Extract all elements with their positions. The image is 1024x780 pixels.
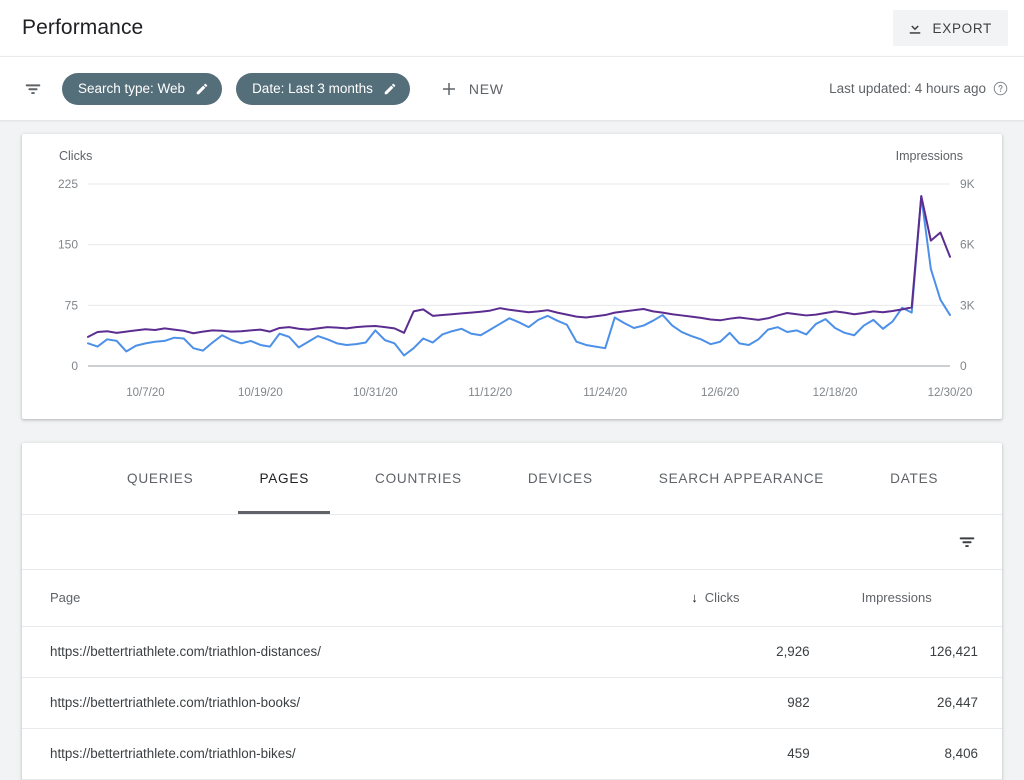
chart-x-tick-label: 12/6/20 (701, 387, 739, 399)
tab-label: SEARCH APPEARANCE (658, 471, 825, 486)
chart-series-impressions (87, 195, 951, 338)
chart-right-tick-label: 6K (960, 238, 975, 252)
chart-left-tick-label: 150 (58, 238, 78, 252)
table-row[interactable]: https://bettertriathlete.com/triathlon-b… (22, 728, 1002, 780)
column-header-clicks-label: Clicks (704, 590, 740, 606)
tab-label: DEVICES (527, 471, 593, 486)
filter-chip-date-label: Date: Last 3 months (252, 81, 373, 96)
chart-left-tick-label: 0 (71, 359, 78, 373)
filter-toolbar: Search type: Web Date: Last 3 months NEW… (0, 56, 1024, 120)
dimension-table-card: QUERIES PAGES COUNTRIES DEVICES SEARCH APPEA… (22, 443, 1002, 780)
last-updated-text: Last updated: 4 hours ago (829, 81, 986, 96)
table-row[interactable]: https://bettertriathlete.com/triathlon-b… (22, 677, 1002, 729)
chart-right-axis-title: Impressions (896, 149, 963, 163)
performance-chart-card: Clicks Impressions 0 0 75 3K 150 6K 225 9K 10/7/20… (22, 134, 1002, 419)
filter-chip-search-type[interactable]: Search type: Web (62, 72, 223, 105)
table-body: https://bettertriathlete.com/triathlon-d… (22, 626, 1002, 780)
pages-table: Page ↓ Clicks Impressions https://bettert… (22, 570, 1002, 780)
pencil-edit-icon (383, 82, 397, 96)
filter-funnel-icon[interactable] (22, 78, 44, 100)
cell-page: https://bettertriathlete.com/triathlon-d… (22, 626, 664, 678)
dimension-tabs: QUERIES PAGES COUNTRIES DEVICES SEARCH APPEA… (22, 443, 1002, 515)
cell-clicks: 2,926 (663, 626, 834, 678)
cell-impressions: 26,447 (833, 677, 1002, 729)
help-circle-icon[interactable] (993, 81, 1008, 96)
cell-page: https://bettertriathlete.com/triathlon-b… (22, 677, 664, 729)
tab-pages[interactable]: PAGES (238, 443, 330, 514)
chart-x-tick-label: 10/19/20 (238, 387, 283, 399)
chart-left-tick-label: 75 (65, 298, 79, 312)
cell-page: https://bettertriathlete.com/triathlon-b… (22, 728, 664, 780)
tab-queries[interactable]: QUERIES (106, 443, 214, 514)
performance-chart[interactable]: Clicks Impressions 0 0 75 3K 150 6K 225 9K 10/7/20… (22, 134, 1000, 419)
tab-label: PAGES (259, 471, 310, 486)
chart-left-tick-label: 225 (58, 177, 78, 191)
cell-impressions: 126,421 (833, 626, 1002, 678)
tab-label: DATES (890, 471, 939, 486)
chart-right-tick-label: 3K (960, 298, 975, 312)
tab-countries[interactable]: COUNTRIES (354, 443, 483, 514)
chart-x-tick-label: 10/31/20 (353, 387, 398, 399)
cell-clicks: 459 (663, 728, 834, 780)
tab-label: COUNTRIES (375, 471, 462, 486)
pencil-edit-icon (195, 82, 209, 96)
chart-left-axis-title: Clicks (59, 149, 92, 163)
chart-x-tick-label: 11/24/20 (583, 387, 627, 399)
new-filter-label: NEW (468, 80, 504, 97)
chart-x-tick-label: 12/18/20 (813, 387, 858, 399)
last-updated-group: Last updated: 4 hours ago (829, 81, 1008, 96)
table-filter-funnel-icon[interactable] (956, 531, 978, 553)
export-label: EXPORT (932, 20, 992, 36)
chart-right-tick-label: 9K (960, 177, 975, 191)
download-icon (906, 19, 924, 37)
app-header: Performance EXPORT (0, 0, 1024, 56)
export-button[interactable]: EXPORT (892, 10, 1008, 46)
tab-devices[interactable]: DEVICES (507, 443, 614, 514)
column-header-clicks[interactable]: ↓ Clicks (663, 570, 834, 627)
cell-impressions: 8,406 (833, 728, 1002, 780)
table-toolbar (22, 515, 1002, 570)
chart-right-tick-label: 0 (960, 359, 967, 373)
sort-descending-icon: ↓ (691, 590, 698, 606)
tab-dates[interactable]: DATES (869, 443, 959, 514)
column-header-impressions[interactable]: Impressions (833, 570, 1002, 627)
tab-search-appearance[interactable]: SEARCH APPEARANCE (638, 443, 845, 514)
table-row[interactable]: https://bettertriathlete.com/triathlon-d… (22, 626, 1002, 678)
chart-x-tick-label: 10/7/20 (126, 387, 164, 399)
tab-label: QUERIES (127, 471, 194, 486)
cell-clicks: 982 (663, 677, 834, 729)
column-header-page[interactable]: Page (22, 570, 664, 627)
filter-chip-search-type-label: Search type: Web (78, 81, 186, 96)
page-title: Performance (22, 16, 144, 39)
chart-x-tick-label: 12/30/20 (928, 387, 973, 399)
chart-x-tick-label: 11/12/20 (468, 387, 512, 399)
filter-chip-date[interactable]: Date: Last 3 months (236, 72, 410, 105)
table-header-row: Page ↓ Clicks Impressions (22, 570, 1002, 627)
plus-icon (440, 80, 458, 98)
new-filter-button[interactable]: NEW (432, 74, 512, 104)
content-area: Clicks Impressions 0 0 75 3K 150 6K 225 9K 10/7/20… (0, 120, 1024, 780)
